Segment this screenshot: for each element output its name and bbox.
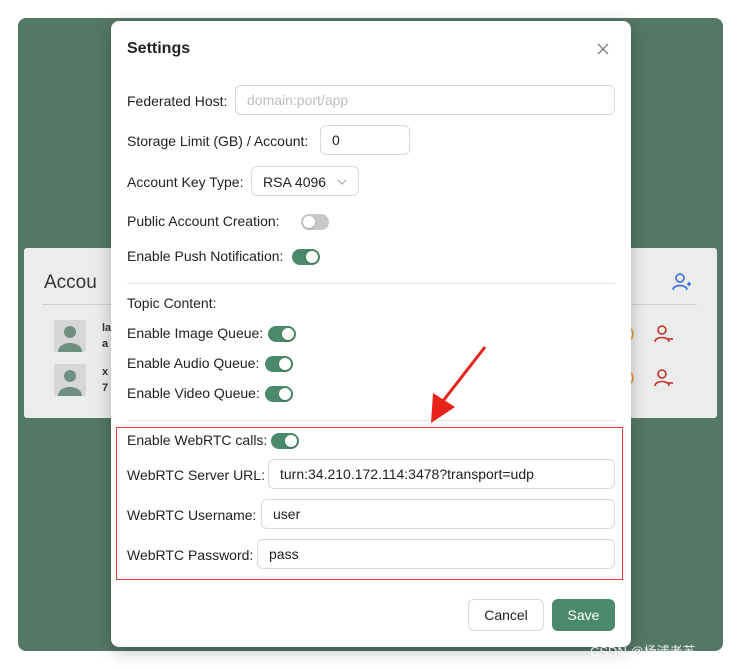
image-queue-label: Enable Image Queue: [127, 325, 264, 341]
cancel-button[interactable]: Cancel [468, 599, 544, 631]
close-icon[interactable] [593, 39, 613, 59]
avatar [54, 320, 86, 352]
federated-host-input[interactable] [235, 85, 615, 115]
avatar [54, 364, 86, 396]
public-account-creation-label: Public Account Creation: [127, 213, 280, 229]
webrtc-calls-label: Enable WebRTC calls: [127, 432, 268, 448]
save-button[interactable]: Save [552, 599, 615, 631]
arrow-annotation-icon [431, 346, 487, 423]
webrtc-calls-toggle[interactable] [271, 433, 299, 449]
webrtc-username-label: WebRTC Username: [127, 507, 257, 523]
avatar-icon [58, 370, 82, 396]
account-handle-secondary: a [102, 338, 109, 350]
remove-user-icon[interactable] [654, 368, 674, 388]
topic-content-label: Topic Content: [127, 295, 217, 311]
webrtc-url-input[interactable] [268, 459, 615, 489]
audio-queue-toggle[interactable] [265, 356, 293, 372]
account-handle: x [102, 366, 109, 378]
webrtc-password-label: WebRTC Password: [127, 547, 254, 563]
public-account-creation-toggle[interactable] [301, 214, 329, 230]
federated-host-label: Federated Host: [127, 93, 228, 109]
account-handle-secondary: 7 [102, 382, 109, 394]
add-user-icon[interactable] [672, 272, 692, 292]
account-key-type-label: Account Key Type: [127, 174, 244, 190]
modal-title: Settings [127, 40, 191, 57]
accounts-card-title: Accou [44, 272, 97, 293]
watermark: CSDN @杨浦老苏 [590, 644, 696, 659]
chevron-down-icon [337, 179, 347, 185]
audio-queue-label: Enable Audio Queue: [127, 355, 260, 371]
webrtc-password-input[interactable] [257, 539, 615, 569]
image-queue-toggle[interactable] [268, 326, 296, 342]
webrtc-url-label: WebRTC Server URL: [127, 467, 265, 483]
video-queue-label: Enable Video Queue: [127, 385, 260, 401]
account-key-type-select[interactable]: RSA 4096 [251, 166, 359, 196]
push-notification-toggle[interactable] [292, 249, 320, 265]
settings-modal: Settings Federated Host: Storage Limit (… [111, 21, 631, 647]
section-divider [127, 283, 615, 284]
account-handle: la [102, 322, 112, 334]
avatar-icon [58, 326, 82, 352]
account-key-type-value: RSA 4096 [263, 174, 327, 190]
section-divider [127, 420, 615, 421]
video-queue-toggle[interactable] [265, 386, 293, 402]
storage-limit-label: Storage Limit (GB) / Account: [127, 133, 309, 149]
webrtc-username-input[interactable] [261, 499, 615, 529]
storage-limit-input[interactable] [320, 125, 410, 155]
push-notification-label: Enable Push Notification: [127, 248, 284, 264]
remove-user-icon[interactable] [654, 324, 674, 344]
